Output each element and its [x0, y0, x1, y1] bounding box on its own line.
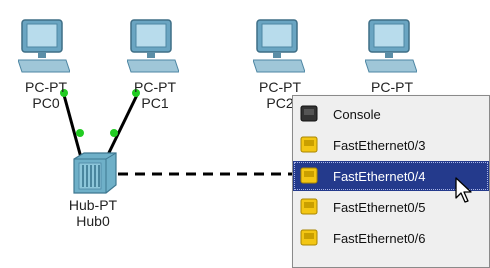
ethernet-port-icon [300, 229, 318, 246]
device-name-label[interactable]: PC0 [16, 95, 76, 111]
device-type-label: PC-PT [134, 79, 176, 95]
menu-item-label: FastEthernet0/3 [333, 137, 426, 153]
pc-icon[interactable] [127, 18, 179, 74]
link-status-light [76, 129, 84, 137]
mouse-pointer-icon [455, 177, 472, 203]
pc-icon[interactable] [365, 18, 417, 74]
ethernet-port-icon [300, 136, 318, 153]
device-type-label: PC-PT [259, 79, 301, 95]
menu-item-fastethernet0-6[interactable]: FastEthernet0/6 [293, 223, 489, 253]
pc-icon[interactable] [18, 18, 70, 74]
device-type-label: PC-PT [371, 79, 413, 95]
ethernet-port-icon [300, 167, 318, 184]
pc-icon[interactable] [253, 18, 305, 74]
device-name-label[interactable]: Hub0 [58, 213, 128, 229]
console-port-icon [300, 105, 318, 122]
device-name-label[interactable]: PC1 [125, 95, 185, 111]
menu-item-label: FastEthernet0/5 [333, 199, 426, 215]
link-status-light [110, 129, 118, 137]
menu-item-label: Console [333, 106, 381, 122]
device-type-label: PC-PT [25, 79, 67, 95]
device-type-label: Hub-PT [68, 197, 118, 213]
menu-item-label: FastEthernet0/6 [333, 230, 426, 246]
menu-item-fastethernet0-3[interactable]: FastEthernet0/3 [293, 130, 489, 160]
hub-icon[interactable] [70, 151, 118, 195]
menu-item-console[interactable]: Console [293, 99, 489, 129]
topology-workspace[interactable]: PC-PT PC0 PC-PT PC1 PC-PT PC2 PC-PT Hub-… [0, 0, 490, 268]
menu-item-label: FastEthernet0/4 [333, 168, 426, 184]
ethernet-port-icon [300, 198, 318, 215]
